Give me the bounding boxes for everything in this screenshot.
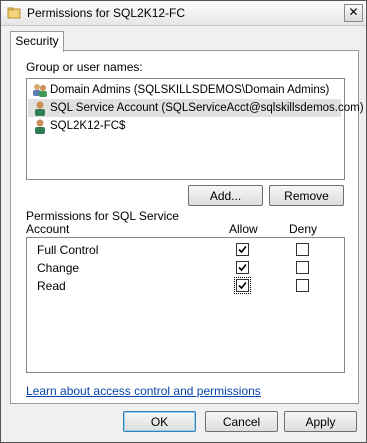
checkmark-icon bbox=[238, 245, 247, 254]
principal-name: SQL2K12-FC$ bbox=[50, 120, 126, 132]
deny-column-header: Deny bbox=[289, 222, 318, 236]
title-bar[interactable]: Permissions for SQL2K12-FC ✕ bbox=[1, 1, 366, 26]
computer-account-icon bbox=[35, 119, 45, 134]
principal-name: Domain Admins (SQLSKILLSDEMOS\Domain Adm… bbox=[50, 84, 330, 96]
full-control-allow-checkbox[interactable] bbox=[236, 243, 249, 256]
principals-label: Group or user names: bbox=[26, 60, 143, 74]
list-item-sql-service-account[interactable]: SQL Service Account (SQLServiceAcct@sqls… bbox=[28, 99, 364, 117]
apply-button[interactable]: Apply bbox=[284, 411, 357, 432]
permissions-dialog: Permissions for SQL2K12-FC ✕ Security Gr… bbox=[0, 0, 367, 443]
add-button[interactable]: Add... bbox=[188, 185, 263, 206]
user-icon bbox=[35, 101, 45, 116]
folder-icon bbox=[7, 7, 21, 19]
permissions-label-line2: Account bbox=[26, 222, 70, 236]
change-deny-checkbox[interactable] bbox=[296, 261, 309, 274]
read-allow-checkbox[interactable] bbox=[234, 277, 251, 294]
permissions-label-line1: Permissions for SQL Service bbox=[26, 209, 179, 223]
group-icon bbox=[33, 84, 47, 97]
principals-list[interactable]: Domain Admins (SQLSKILLSDEMOS\Domain Adm… bbox=[26, 78, 364, 180]
list-item-sql2k12-fc[interactable]: SQL2K12-FC$ bbox=[28, 117, 341, 135]
list-item-domain-admins[interactable]: Domain Admins (SQLSKILLSDEMOS\Domain Adm… bbox=[28, 81, 341, 99]
allow-column-header: Allow bbox=[229, 222, 258, 236]
help-link[interactable]: Learn about access control and permissio… bbox=[26, 384, 261, 398]
principal-name: SQL Service Account (SQLServiceAcct@sqls… bbox=[50, 102, 364, 114]
cancel-button[interactable]: Cancel bbox=[205, 411, 278, 432]
close-button[interactable]: ✕ bbox=[344, 4, 363, 22]
window-title: Permissions for SQL2K12-FC bbox=[27, 6, 186, 20]
change-allow-checkbox[interactable] bbox=[236, 261, 249, 274]
read-deny-checkbox[interactable] bbox=[296, 279, 309, 292]
checkmark-icon bbox=[238, 281, 247, 290]
remove-button[interactable]: Remove bbox=[269, 185, 344, 206]
permission-change: Change bbox=[37, 261, 80, 275]
ok-button[interactable]: OK bbox=[123, 411, 196, 432]
permissions-list: Full Control Change Read bbox=[26, 237, 345, 373]
tab-security[interactable]: Security bbox=[10, 31, 64, 52]
permission-full-control: Full Control bbox=[37, 243, 99, 257]
permission-read: Read bbox=[37, 279, 66, 293]
checkmark-icon bbox=[238, 263, 247, 272]
full-control-deny-checkbox[interactable] bbox=[296, 243, 309, 256]
